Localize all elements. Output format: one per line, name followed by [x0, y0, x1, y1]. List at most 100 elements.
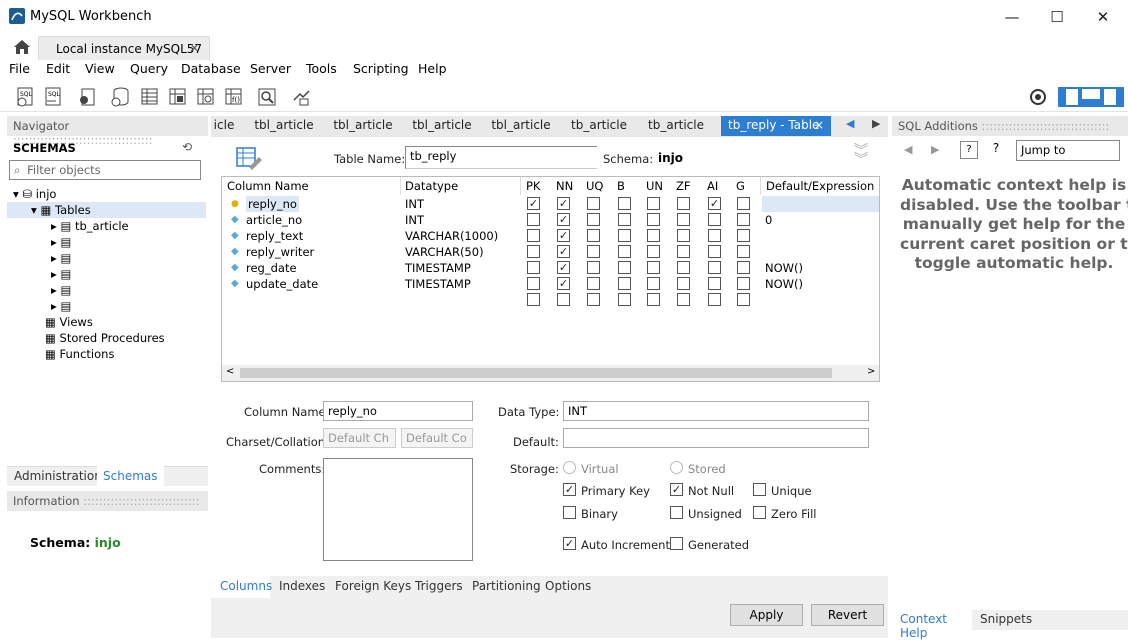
table-node[interactable]: ▸ ▤	[51, 234, 71, 250]
doc-tab[interactable]: tbl_article	[405, 116, 479, 136]
flag-checkbox[interactable]	[527, 245, 540, 258]
tab-snippets[interactable]: Snippets	[980, 612, 1032, 626]
toggle-sidebar-icon[interactable]	[1058, 87, 1080, 107]
filter-objects-input[interactable]: ⌕ Filter objects	[9, 160, 201, 180]
datatype-cell[interactable]: TIMESTAMP	[405, 260, 471, 276]
default-cell[interactable]: NOW()	[765, 260, 803, 276]
flag-checkbox[interactable]	[708, 245, 721, 258]
flag-checkbox[interactable]: ✓	[557, 197, 570, 210]
table-row[interactable]: ● reply_no INT ✓ ✓ ✓	[222, 196, 879, 212]
manual-help-icon[interactable]: ?	[960, 141, 978, 159]
virtual-radio[interactable]	[563, 461, 576, 474]
selected-cell[interactable]	[762, 196, 879, 212]
tab-foreign-keys[interactable]: Foreign Keys	[335, 579, 411, 593]
doc-tab[interactable]: tb_article	[640, 116, 712, 136]
menu-database[interactable]: Database	[181, 61, 241, 76]
flag-checkbox[interactable]	[618, 277, 631, 290]
auto-increment-checkbox[interactable]: ✓	[563, 537, 576, 550]
flag-checkbox[interactable]	[647, 197, 660, 210]
flag-checkbox[interactable]	[737, 293, 750, 306]
flag-checkbox[interactable]	[587, 197, 600, 210]
column-name-cell[interactable]: reply_writer	[246, 244, 314, 260]
table-node[interactable]: ▸ ▤	[51, 250, 71, 266]
charset-select[interactable]: Default Ch	[323, 428, 396, 448]
toggle-secondary-sidebar-icon[interactable]	[1102, 87, 1124, 107]
table-row[interactable]: ◆ article_no INT 0 ✓	[222, 212, 879, 228]
primary-key-checkbox[interactable]: ✓	[563, 483, 576, 496]
col-header-pk[interactable]: PK	[526, 177, 540, 195]
menu-edit[interactable]: Edit	[46, 61, 70, 76]
flag-checkbox[interactable]: ✓	[557, 213, 570, 226]
flag-checkbox[interactable]	[618, 293, 631, 306]
maximize-button[interactable]: ☐	[1034, 4, 1080, 30]
flag-checkbox[interactable]	[618, 197, 631, 210]
search-table-data-icon[interactable]	[256, 86, 278, 108]
menu-query[interactable]: Query	[130, 61, 168, 76]
data-type-input[interactable]: INT	[563, 401, 869, 421]
menu-tools[interactable]: Tools	[306, 61, 337, 76]
back-icon[interactable]: ◀	[904, 143, 912, 156]
new-sql-tab-icon[interactable]: SQL	[15, 86, 37, 108]
create-schema-icon[interactable]	[110, 86, 132, 108]
menu-help[interactable]: Help	[418, 61, 447, 76]
flag-checkbox[interactable]	[647, 229, 660, 242]
views-node[interactable]: ▦ Views	[45, 314, 93, 330]
apply-button[interactable]: Apply	[730, 604, 803, 626]
flag-checkbox[interactable]: ✓	[557, 229, 570, 242]
column-name-cell[interactable]: reply_text	[246, 228, 303, 244]
generated-checkbox[interactable]	[670, 537, 683, 550]
doc-tab[interactable]: tbl_article	[484, 116, 558, 136]
revert-button[interactable]: Revert	[811, 604, 884, 626]
flag-checkbox[interactable]	[708, 261, 721, 274]
flag-checkbox[interactable]: ✓	[708, 197, 721, 210]
tab-columns[interactable]: Columns	[220, 579, 272, 593]
table-node[interactable]: ▸ ▤	[51, 282, 71, 298]
flag-checkbox[interactable]	[677, 277, 690, 290]
menu-scripting[interactable]: Scripting	[353, 61, 409, 76]
column-name-cell[interactable]: reg_date	[246, 260, 297, 276]
collapse-chevron-icon[interactable]: ︾ ︾	[854, 144, 868, 167]
flag-checkbox[interactable]	[737, 277, 750, 290]
connection-tab[interactable]: Local instance MySQL57 ×	[38, 36, 210, 60]
flag-checkbox[interactable]: ✓	[557, 245, 570, 258]
flag-checkbox[interactable]	[708, 277, 721, 290]
settings-gear-icon[interactable]	[1028, 87, 1048, 107]
create-table-icon[interactable]	[138, 86, 160, 108]
tab-scroll-left-icon[interactable]: ◀	[846, 117, 854, 130]
flag-checkbox[interactable]	[587, 277, 600, 290]
scrollbar-thumb[interactable]	[240, 368, 832, 378]
table-row[interactable]: ◆ reply_writer VARCHAR(50) ✓	[222, 244, 879, 260]
flag-checkbox[interactable]	[677, 293, 690, 306]
col-header-uq[interactable]: UQ	[586, 177, 603, 195]
menu-view[interactable]: View	[85, 61, 115, 76]
flag-checkbox[interactable]	[618, 229, 631, 242]
tab-indexes[interactable]: Indexes	[279, 579, 325, 593]
datatype-cell[interactable]: VARCHAR(50)	[405, 244, 484, 260]
flag-checkbox[interactable]	[587, 293, 600, 306]
flag-checkbox[interactable]	[618, 213, 631, 226]
col-header-name[interactable]: Column Name	[227, 177, 309, 195]
table-node-tb-article[interactable]: ▸ ▤ tb_article	[51, 218, 129, 234]
flag-checkbox[interactable]	[647, 245, 660, 258]
flag-checkbox[interactable]	[527, 293, 540, 306]
datatype-cell[interactable]: VARCHAR(1000)	[405, 228, 498, 244]
default-input[interactable]	[563, 428, 869, 448]
tables-node[interactable]: ▾ ▦ Tables	[7, 202, 206, 218]
flag-checkbox[interactable]	[677, 229, 690, 242]
open-sql-script-icon[interactable]: SQL	[43, 86, 65, 108]
flag-checkbox[interactable]	[527, 277, 540, 290]
doc-tab-active[interactable]: tb_reply - Table ×	[721, 116, 831, 136]
col-header-ai[interactable]: AI	[707, 177, 718, 195]
column-name-cell[interactable]: reply_no	[246, 196, 299, 212]
tab-partitioning[interactable]: Partitioning	[472, 579, 541, 593]
column-name-cell[interactable]: update_date	[246, 276, 318, 292]
refresh-schemas-icon[interactable]: ⟲	[182, 140, 192, 154]
active-tab-close-icon[interactable]: ×	[814, 116, 824, 134]
column-name-cell[interactable]: article_no	[246, 212, 302, 228]
flag-checkbox[interactable]	[708, 293, 721, 306]
flag-checkbox[interactable]	[647, 213, 660, 226]
flag-checkbox[interactable]	[587, 213, 600, 226]
flag-checkbox[interactable]	[647, 277, 660, 290]
flag-checkbox[interactable]	[677, 261, 690, 274]
table-row[interactable]: ◆ update_date TIMESTAMP NOW() ✓	[222, 276, 879, 292]
